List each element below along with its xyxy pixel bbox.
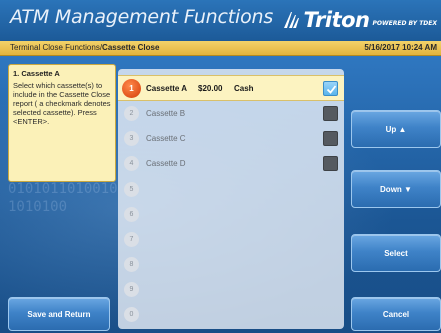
app-title: ATM Management Functions [10,6,274,28]
brand-logo: Triton POWERED BY TDEX [281,6,437,34]
row-number-badge: 8 [124,257,139,272]
row-number-badge: 3 [124,131,139,146]
cassette-name: Cassette D [146,159,186,168]
cassette-row[interactable]: 3 Cassette C [118,126,344,152]
cassette-name: Cassette A [146,84,188,93]
breadcrumb-bar: Terminal Close Functions/Cassette Close … [0,41,441,56]
checkbox-checked[interactable] [323,81,338,96]
breadcrumb-parent: Terminal Close Functions/ [10,43,103,52]
empty-row: 0 [118,302,344,328]
breadcrumb: Terminal Close Functions/Cassette Close [10,43,159,52]
checkbox-unchecked[interactable] [323,156,338,171]
triton-logo-icon [283,12,299,28]
empty-row: 7 [118,227,344,253]
checkmark-icon [326,85,337,94]
select-button[interactable]: Select [351,234,441,272]
down-button[interactable]: Down ▼ [351,170,441,208]
row-number-badge: 5 [124,182,139,197]
checkbox-unchecked[interactable] [323,106,338,121]
cassette-amount: $20.00 [198,84,223,93]
checkbox-unchecked[interactable] [323,131,338,146]
breadcrumb-current: Cassette Close [102,43,160,52]
empty-row: 6 [118,202,344,228]
cassette-name: Cassette C [146,134,186,143]
cassette-row[interactable]: 4 Cassette D [118,151,344,177]
cassette-row[interactable]: 1 Cassette A $20.00 Cash [118,75,344,101]
row-number-badge: 0 [124,307,139,322]
cassette-type: Cash [234,84,254,93]
cassette-row[interactable]: 2 Cassette B [118,101,344,127]
cancel-button[interactable]: Cancel [351,297,441,331]
empty-row: 5 [118,177,344,203]
row-number-badge: 2 [124,106,139,121]
brand-name: Triton [303,8,371,32]
help-box: 1. Cassette A Select which cassette(s) t… [8,64,116,182]
brand-subtitle: POWERED BY TDEX [372,19,437,27]
datetime: 5/16/2017 10:24 AM [364,43,437,52]
row-number-badge: 7 [124,232,139,247]
row-number-badge: 1 [122,79,141,98]
row-number-badge: 6 [124,207,139,222]
app-header: ATM Management Functions Triton POWERED … [0,0,441,41]
empty-row: 9 [118,277,344,303]
help-title: 1. Cassette A [13,69,60,78]
row-number-badge: 9 [124,282,139,297]
up-button[interactable]: Up ▲ [351,110,441,148]
decorative-binary-pattern: 01010110100101010100 [8,181,118,215]
cassette-list: 1 Cassette A $20.00 Cash 2 Cassette B 3 … [118,69,344,329]
help-text: Select which cassette(s) to include in t… [13,81,111,126]
row-number-badge: 4 [124,156,139,171]
cassette-name: Cassette B [146,109,186,118]
empty-row: 8 [118,252,344,278]
save-and-return-button[interactable]: Save and Return [8,297,110,331]
